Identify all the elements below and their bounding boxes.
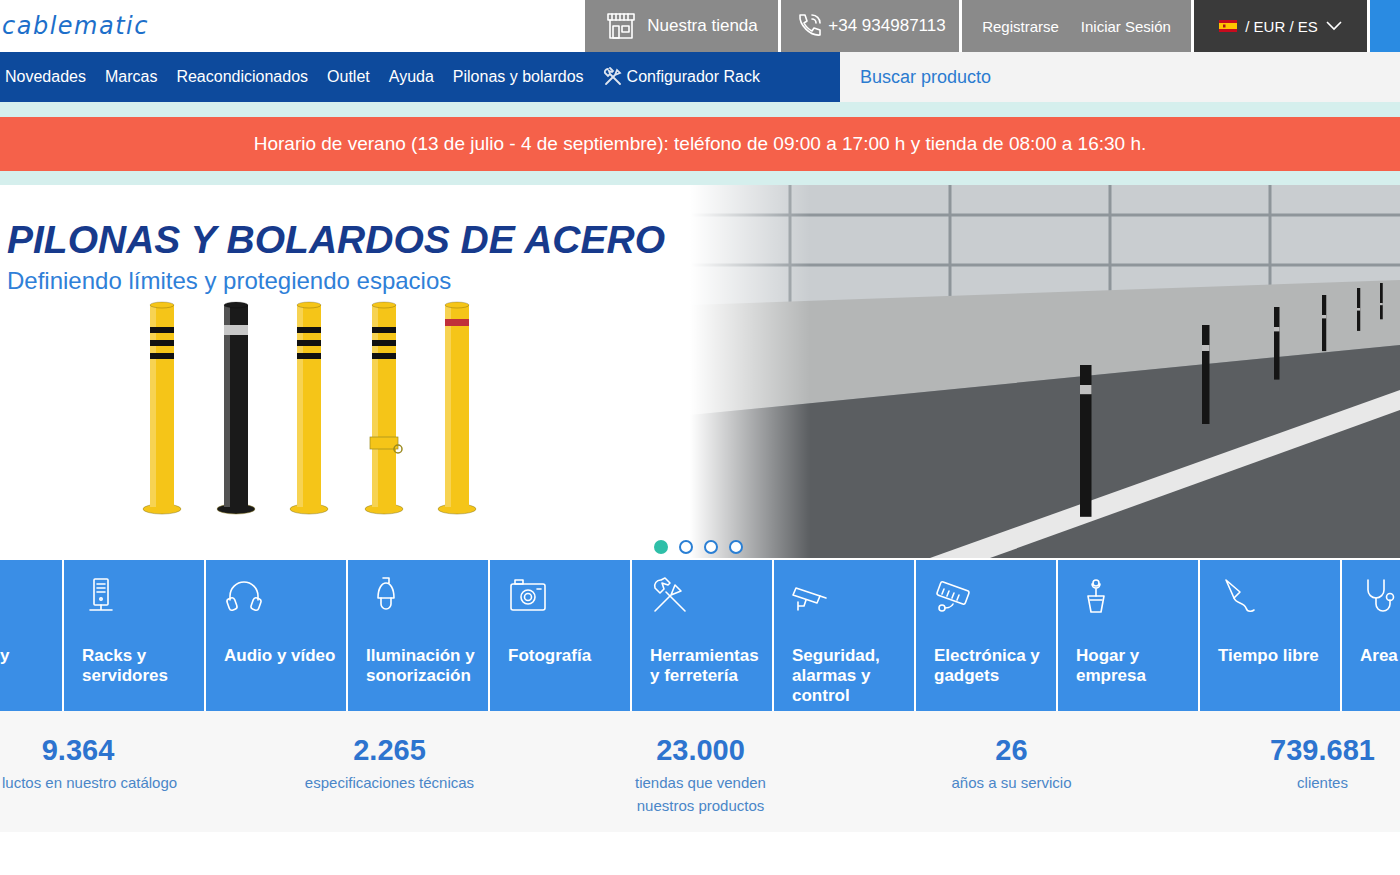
chip-icon xyxy=(934,576,974,616)
chevron-down-icon xyxy=(1326,21,1342,31)
spain-flag-icon xyxy=(1219,20,1237,32)
hero-carousel[interactable]: PILONAS Y BOLARDOS DE ACERODefiniendo lí… xyxy=(0,185,1400,558)
hero-text: PILONAS Y BOLARDOS DE ACERODefiniendo lí… xyxy=(0,185,690,558)
category-tile[interactable]: Iluminación y sonorización xyxy=(348,560,488,711)
tools-icon xyxy=(603,67,623,87)
stat-item: 23.000tiendas que venden nuestros produc… xyxy=(545,711,856,832)
camera-icon xyxy=(508,576,548,616)
notice-banner: Horario de verano (13 de julio - 4 de se… xyxy=(0,117,1400,171)
category-tile[interactable]: Hogar y empresa xyxy=(1058,560,1198,711)
photo-fade xyxy=(690,185,810,558)
category-tiles: yRacks y servidoresAudio y vídeoIluminac… xyxy=(0,560,1400,711)
nav-bar: Novedades Marcas Reacondicionados Outlet Ayu… xyxy=(0,52,1400,102)
store-link[interactable]: Nuestra tienda xyxy=(585,0,778,52)
search-input[interactable] xyxy=(858,66,1400,89)
category-tile[interactable]: y xyxy=(0,560,62,711)
carousel-dots xyxy=(654,540,743,554)
menu-item[interactable]: Novedades xyxy=(5,68,86,86)
stats-bar: 9.364luctos en nuestro catálogo2.265espe… xyxy=(0,711,1400,832)
stat-item: 26años a su servicio xyxy=(856,711,1167,832)
bollards-image xyxy=(7,297,697,527)
login-link[interactable]: Iniciar Sesión xyxy=(1081,18,1171,35)
stat-item: 9.364luctos en nuestro catálogo xyxy=(0,711,234,832)
menu-item[interactable]: Outlet xyxy=(327,68,370,86)
carousel-dot[interactable] xyxy=(654,540,668,554)
stat-item: 739.681clientes xyxy=(1167,711,1400,832)
plant-icon xyxy=(1076,576,1116,616)
category-tile[interactable]: Fotografía xyxy=(490,560,630,711)
main-menu: Novedades Marcas Reacondicionados Outlet Ayu… xyxy=(0,52,840,102)
hero-subtitle: Definiendo límites y protegiendo espacio… xyxy=(7,265,690,297)
menu-item[interactable]: Ayuda xyxy=(389,68,434,86)
top-links: Nuestra tienda+34 934987113 Registrarse In… xyxy=(585,0,1400,52)
auth-links: Registrarse Iniciar Sesión xyxy=(962,0,1191,52)
spacer-strip xyxy=(0,171,1400,185)
category-tile[interactable]: Area xyxy=(1342,560,1400,711)
category-tile[interactable]: Electrónica y gadgets xyxy=(916,560,1056,711)
hero-title: PILONAS Y BOLARDOS DE ACERO xyxy=(7,217,690,263)
headphones-icon xyxy=(224,576,264,616)
cctv-icon xyxy=(792,576,832,616)
category-tile[interactable]: Seguridad, alarmas y control xyxy=(774,560,914,711)
lamp-icon xyxy=(366,576,406,616)
hero-photo xyxy=(690,185,1400,558)
phone-link[interactable]: +34 934987113 xyxy=(781,0,959,52)
store-icon xyxy=(605,10,637,42)
menu-item[interactable]: Reacondicionados xyxy=(176,68,308,86)
menu-item[interactable]: Marcas xyxy=(105,68,157,86)
stethoscope-icon xyxy=(1360,576,1400,616)
carousel-dot[interactable] xyxy=(679,540,693,554)
stat-item: 2.265especificaciones técnicas xyxy=(234,711,545,832)
register-link[interactable]: Registrarse xyxy=(982,18,1059,35)
carousel-dot[interactable] xyxy=(704,540,718,554)
phone-icon xyxy=(794,11,824,41)
locale-selector[interactable]: / EUR / ES xyxy=(1194,0,1367,52)
server-icon xyxy=(82,576,122,616)
menu-item[interactable]: Pilonas y bolardos xyxy=(453,68,584,86)
logo[interactable]: cablematic xyxy=(0,0,585,52)
accent-strip xyxy=(1370,0,1400,52)
top-bar: cablematicNuestra tienda+34 934987113Reg… xyxy=(0,0,1400,52)
category-tile[interactable]: Tiempo libre xyxy=(1200,560,1340,711)
category-tile[interactable]: Audio y vídeo xyxy=(206,560,346,711)
spacer-strip xyxy=(0,102,1400,117)
category-tile[interactable]: Racks y servidores xyxy=(64,560,204,711)
category-tile[interactable]: Herramientas y ferretería xyxy=(632,560,772,711)
kite-icon xyxy=(1218,576,1258,616)
tools-icon xyxy=(650,576,690,616)
rack-configurator-link[interactable]: Configurador Rack xyxy=(603,67,760,87)
carousel-dot[interactable] xyxy=(729,540,743,554)
search-box xyxy=(840,52,1400,102)
